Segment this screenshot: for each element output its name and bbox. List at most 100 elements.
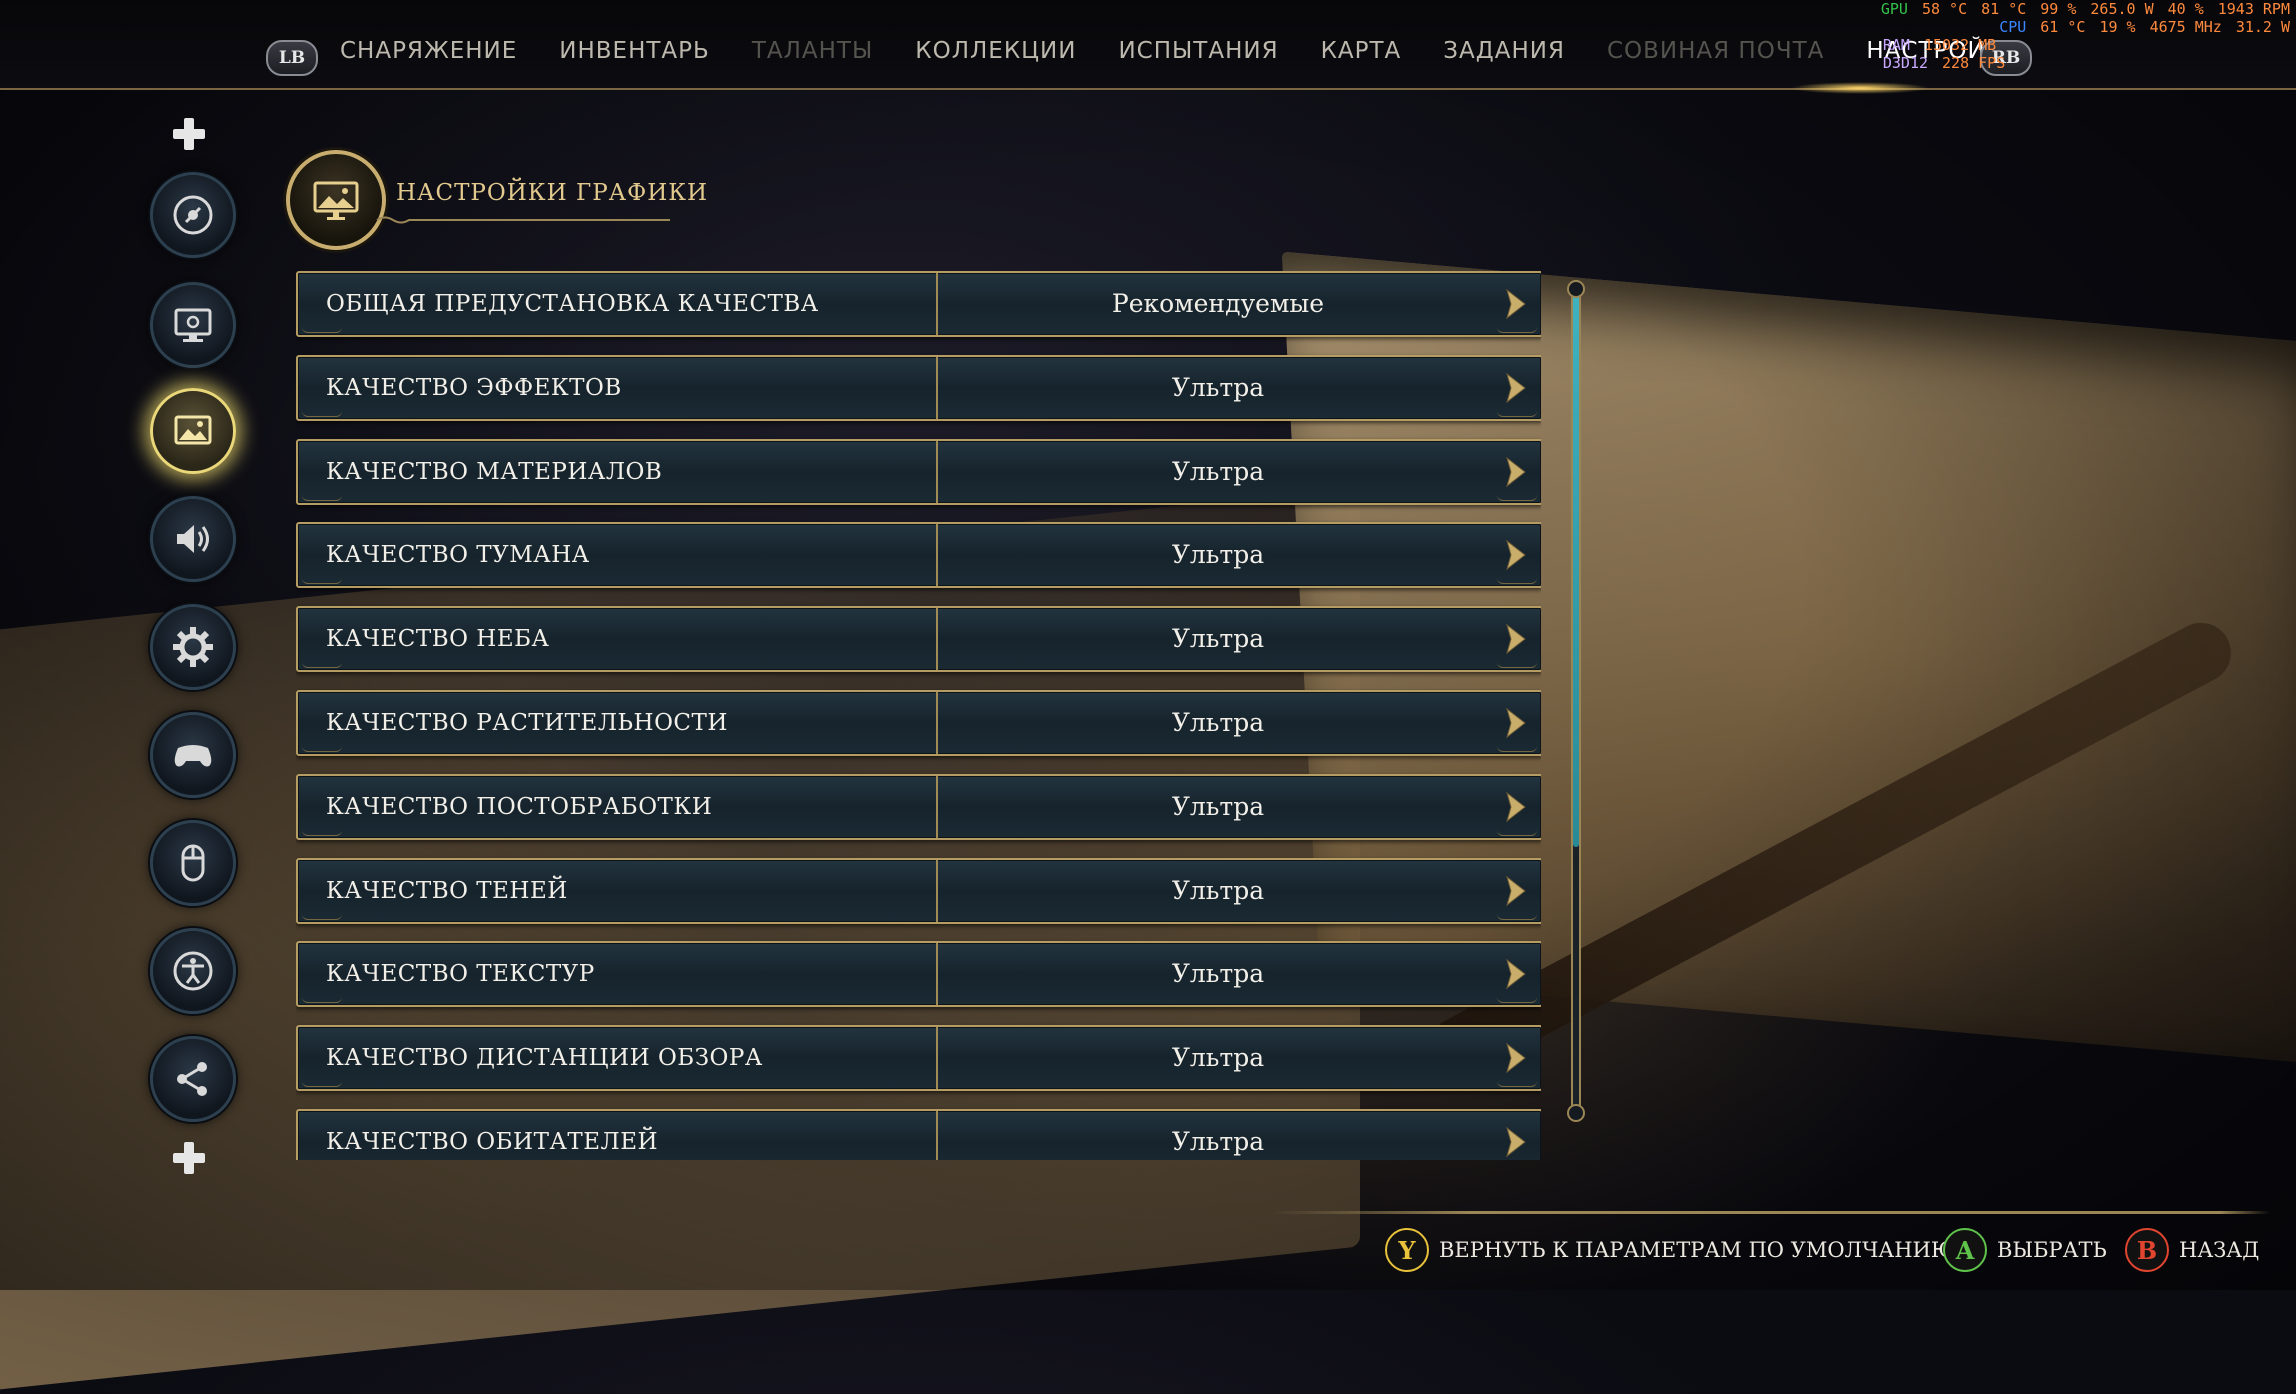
perf-gpu-power: 265.0 W — [2090, 0, 2154, 18]
setting-label: КАЧЕСТВО ПОСТОБРАБОТКИ — [326, 794, 713, 820]
chevron-right-icon[interactable] — [1503, 707, 1529, 739]
row-flourish — [302, 1080, 342, 1087]
lb-button[interactable]: LB — [266, 40, 318, 76]
sidebar-item-account[interactable] — [150, 1036, 236, 1122]
dpad-up-icon — [173, 118, 205, 150]
hint-select[interactable]: A ВЫБРАТЬ — [1943, 1228, 2107, 1272]
setting-value[interactable]: Ультра — [938, 608, 1498, 670]
a-button-icon: A — [1943, 1228, 1987, 1272]
setting-label: КАЧЕСТВО ТУМАНА — [326, 542, 590, 568]
image-icon — [174, 415, 212, 445]
setting-label: КАЧЕСТВО ДИСТАНЦИИ ОБЗОРА — [326, 1045, 763, 1071]
gamepad-icon — [174, 745, 212, 767]
setting-value[interactable]: Ультра — [938, 776, 1498, 838]
perf-cpu-clock: 4675 MHz — [2149, 18, 2222, 36]
tab-owl-post[interactable]: СОВИНАЯ ПОЧТА — [1607, 38, 1824, 64]
row-flourish — [1497, 1080, 1537, 1087]
nav-tabs: СНАРЯЖЕНИЕ ИНВЕНТАРЬ ТАЛАНТЫ КОЛЛЕКЦИИ И… — [340, 38, 2063, 64]
hint-reset-defaults[interactable]: Y ВЕРНУТЬ К ПАРАМЕТРАМ ПО УМОЛЧАНИЮ — [1385, 1228, 1956, 1272]
row-flourish — [302, 996, 342, 1003]
row-flourish — [1497, 829, 1537, 836]
active-tab-glow — [1790, 82, 1930, 94]
chevron-right-icon[interactable] — [1503, 288, 1529, 320]
chevron-right-icon[interactable] — [1503, 1126, 1529, 1158]
title-flourish — [376, 216, 670, 224]
row-flourish — [302, 326, 342, 333]
settings-row[interactable]: КАЧЕСТВО РАСТИТЕЛЬНОСТИ Ультра — [296, 690, 1541, 756]
row-flourish — [302, 661, 342, 668]
b-button-icon: B — [2125, 1228, 2169, 1272]
row-flourish — [1497, 996, 1537, 1003]
setting-value[interactable]: Ультра — [938, 860, 1498, 922]
setting-value[interactable]: Ультра — [938, 692, 1498, 754]
setting-value[interactable]: Ультра — [938, 441, 1498, 503]
perf-d3d-value: 228 FPS — [1942, 54, 2006, 72]
graphics-settings-list: ОБЩАЯ ПРЕДУСТАНОВКА КАЧЕСТВА Рекомендуемы… — [296, 271, 1541, 1160]
settings-row[interactable]: КАЧЕСТВО ТЕНЕЙ Ультра — [296, 858, 1541, 924]
settings-row[interactable]: КАЧЕСТВО НЕБА Ультра — [296, 606, 1541, 672]
perf-cpu-power: 31.2 W — [2235, 18, 2290, 36]
chevron-right-icon[interactable] — [1503, 791, 1529, 823]
scrollbar-thumb[interactable] — [1573, 292, 1579, 847]
sidebar-item-graphics[interactable] — [150, 388, 236, 474]
y-button-icon: Y — [1385, 1228, 1429, 1272]
sidebar-item-mouse[interactable] — [150, 820, 236, 906]
share-icon — [177, 1062, 207, 1096]
sidebar-item-gameplay[interactable] — [150, 604, 236, 690]
accessibility-icon — [173, 951, 213, 991]
chevron-right-icon[interactable] — [1503, 875, 1529, 907]
tab-quests[interactable]: ЗАДАНИЯ — [1443, 38, 1565, 64]
tab-challenges[interactable]: ИСПЫТАНИЯ — [1118, 38, 1278, 64]
settings-row[interactable]: ОБЩАЯ ПРЕДУСТАНОВКА КАЧЕСТВА Рекомендуемы… — [296, 271, 1541, 337]
page-title: НАСТРОЙКИ ГРАФИКИ — [396, 180, 709, 206]
tab-collections[interactable]: КОЛЛЕКЦИИ — [915, 38, 1076, 64]
setting-value[interactable]: Рекомендуемые — [938, 273, 1498, 335]
tab-map[interactable]: КАРТА — [1321, 38, 1402, 64]
hint-back[interactable]: B НАЗАД — [2125, 1228, 2259, 1272]
chevron-right-icon[interactable] — [1503, 456, 1529, 488]
setting-value[interactable]: Ультра — [938, 524, 1498, 586]
perf-rpm: 1943 RPM — [2217, 0, 2290, 18]
setting-value[interactable]: Ультра — [938, 357, 1498, 419]
settings-row[interactable]: КАЧЕСТВО ЭФФЕКТОВ Ультра — [296, 355, 1541, 421]
hint-back-label: НАЗАД — [2179, 1238, 2260, 1262]
scrollbar-bottom-cap — [1567, 1104, 1585, 1122]
setting-value[interactable]: Ультра — [938, 943, 1498, 1005]
chevron-right-icon[interactable] — [1503, 1042, 1529, 1074]
tab-equipment[interactable]: СНАРЯЖЕНИЕ — [340, 38, 517, 64]
gear-icon — [173, 627, 213, 667]
chevron-right-icon[interactable] — [1503, 623, 1529, 655]
setting-label: КАЧЕСТВО ТЕНЕЙ — [326, 878, 568, 904]
setting-value[interactable]: Ультра — [938, 1027, 1498, 1089]
sidebar-item-disc[interactable] — [150, 172, 236, 258]
top-nav-bar: LB СНАРЯЖЕНИЕ ИНВЕНТАРЬ ТАЛАНТЫ КОЛЛЕКЦИ… — [0, 0, 2296, 94]
row-flourish — [302, 913, 342, 920]
chevron-right-icon[interactable] — [1503, 539, 1529, 571]
bottom-divider — [1270, 1211, 2270, 1214]
settings-row[interactable]: КАЧЕСТВО ТУМАНА Ультра — [296, 522, 1541, 588]
perf-ram-label: RAM — [1882, 36, 1910, 54]
settings-row[interactable]: КАЧЕСТВО ТЕКСТУР Ультра — [296, 941, 1541, 1007]
sidebar-item-accessibility[interactable] — [150, 928, 236, 1014]
row-flourish — [302, 577, 342, 584]
header-emblem — [286, 150, 386, 250]
tab-talents[interactable]: ТАЛАНТЫ — [752, 38, 873, 64]
sidebar-item-controller[interactable] — [150, 712, 236, 798]
tab-inventory[interactable]: ИНВЕНТАРЬ — [559, 38, 710, 64]
setting-value[interactable]: Ультра — [938, 1111, 1498, 1160]
hint-reset-label: ВЕРНУТЬ К ПАРАМЕТРАМ ПО УМОЛЧАНИЮ — [1439, 1238, 1956, 1262]
row-flourish — [1497, 494, 1537, 501]
settings-row[interactable]: КАЧЕСТВО ПОСТОБРАБОТКИ Ультра — [296, 774, 1541, 840]
perf-gpu-temp: 58 °C — [1921, 0, 1968, 18]
settings-row[interactable]: КАЧЕСТВО ДИСТАНЦИИ ОБЗОРА Ультра — [296, 1025, 1541, 1091]
chevron-right-icon[interactable] — [1503, 958, 1529, 990]
settings-row[interactable]: КАЧЕСТВО ОБИТАТЕЛЕЙ Ультра — [296, 1109, 1541, 1160]
sidebar-item-audio[interactable] — [150, 496, 236, 582]
perf-fan: 40 % — [2167, 0, 2204, 18]
sidebar-item-display[interactable] — [150, 282, 236, 368]
row-flourish — [1497, 661, 1537, 668]
perf-d3d-label: D3D12 — [1882, 54, 1929, 72]
setting-label: КАЧЕСТВО НЕБА — [326, 626, 550, 652]
settings-row[interactable]: КАЧЕСТВО МАТЕРИАЛОВ Ультра — [296, 439, 1541, 505]
chevron-right-icon[interactable] — [1503, 372, 1529, 404]
